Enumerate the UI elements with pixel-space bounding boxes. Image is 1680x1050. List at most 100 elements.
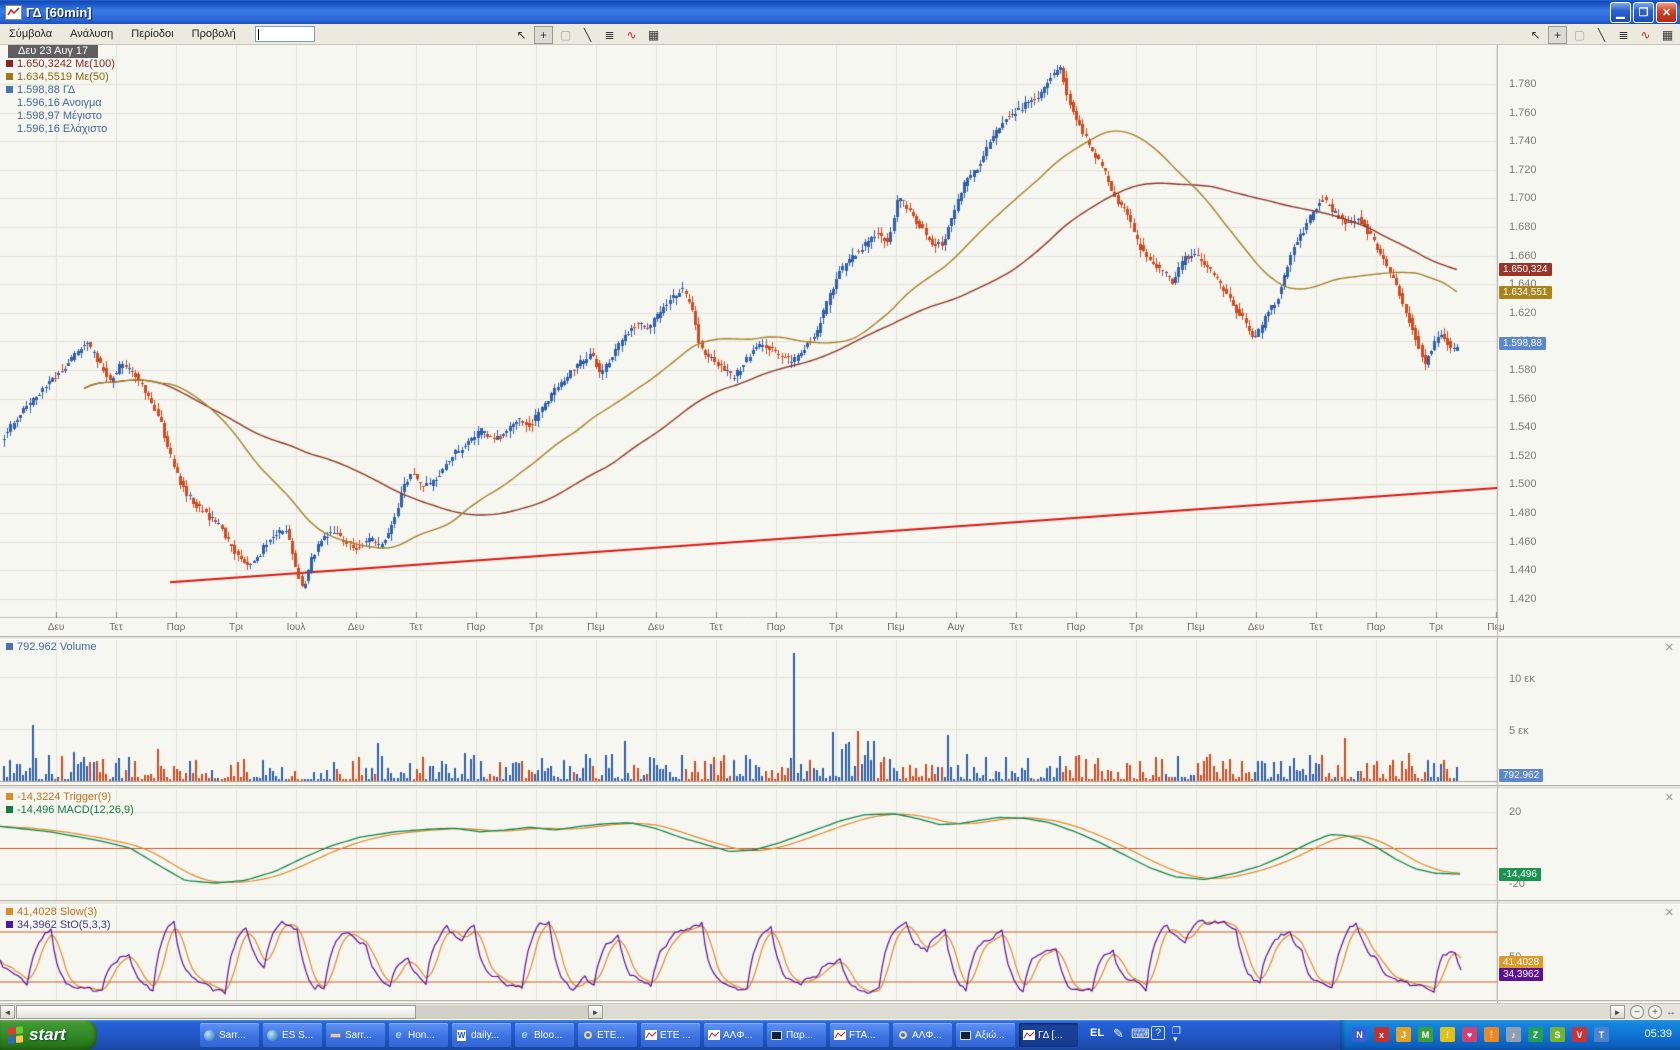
x-tick-label: Ιουλ — [274, 622, 318, 633]
menu-1[interactable]: Ανάλυση — [61, 25, 122, 43]
scroll-left-button[interactable]: ◄ — [0, 1005, 15, 1019]
close-stoch-pane-button[interactable]: ✕ — [1665, 908, 1674, 918]
alert-icon[interactable]: ! — [1484, 1027, 1499, 1042]
trendline-tool-icon[interactable]: ╲ — [1592, 26, 1611, 44]
taskbar-button-bloo[interactable]: eBloo... — [515, 1023, 574, 1047]
app-icon — [5, 5, 22, 20]
crosshair-tool-icon[interactable]: + — [534, 26, 553, 44]
grid-tool-icon[interactable]: ≣ — [1614, 26, 1633, 44]
tray-icons: NxJM! ♥! ♪ ZSVT — [1352, 1027, 1609, 1042]
scroll-right-button-2[interactable]: ► — [1610, 1005, 1625, 1019]
legend-row: 792.962 Volume — [6, 641, 97, 654]
shield-icon[interactable]: ! — [1440, 1027, 1455, 1042]
scrollbar-thumb[interactable] — [16, 1005, 416, 1019]
chevron-down-icon[interactable]: ▾ — [1173, 1034, 1178, 1045]
macd-canvas[interactable] — [0, 790, 1497, 900]
zoom-in-button[interactable]: + — [1648, 1005, 1662, 1019]
taskbar-button-label: FTA... — [849, 1030, 875, 1041]
price-legend-row: 1.598,88 ΓΔ — [6, 84, 75, 97]
taskbar-button-παρ[interactable]: Παρ... — [767, 1023, 826, 1047]
taskbar-button-daily[interactable]: Wdaily... — [452, 1023, 511, 1047]
macd-pane: -14,3224 Trigger(9)-14,496 MACD(12,26,9)… — [0, 790, 1680, 900]
symbol-input-box[interactable] — [255, 26, 315, 42]
taskbar-button-hon[interactable]: eHon... — [389, 1023, 448, 1047]
x-tick-label: Δευ — [334, 622, 378, 633]
antivirus-icon[interactable]: V — [1572, 1027, 1587, 1042]
java-icon[interactable]: J — [1396, 1027, 1411, 1042]
price-legend-row: 1.598,97 Μέγιστο — [6, 110, 102, 123]
scrollbar-track[interactable] — [416, 1005, 588, 1019]
taskbar-button-sarr[interactable]: Sarr... — [200, 1023, 259, 1047]
toolbar-secondary: ↖+▢╲≣∿▦ — [1526, 24, 1677, 45]
taskbar-button-αλφ[interactable]: ΑΛΦ... — [704, 1023, 763, 1047]
task-buttons: Sarr...ES S...Sarr...eHon...Wdaily...eBl… — [200, 1023, 1078, 1047]
value-tag: 1.650,324 — [1499, 263, 1552, 276]
taskbar-button-ete[interactable]: ETE... — [578, 1023, 637, 1047]
zoom-out-button[interactable]: − — [1630, 1005, 1644, 1019]
restore-button[interactable]: ❐ — [1633, 2, 1654, 23]
disconnect-icon[interactable]: x — [1374, 1027, 1389, 1042]
fit-width-button[interactable]: ↔ — [1666, 1005, 1676, 1019]
price-tick-label: 1.720 — [1509, 163, 1537, 177]
globe-icon — [266, 1029, 279, 1041]
keyboard-icon[interactable]: ⌨ — [1131, 1026, 1150, 1042]
pen-icon[interactable]: ✎ — [1113, 1026, 1124, 1042]
system-tray: NxJM!♥!♪ZSVT 05:39 — [1340, 1020, 1680, 1050]
save-tool-icon[interactable]: ▦ — [1658, 26, 1677, 44]
taskbar-button-ete[interactable]: ETE ... — [641, 1023, 700, 1047]
start-button[interactable]: start — [0, 1020, 97, 1050]
price-tick-label: 1.440 — [1509, 563, 1537, 577]
price-tick-label: 1.540 — [1509, 420, 1537, 434]
taskbar-button-γδ[interactable]: ΓΔ [... — [1019, 1023, 1078, 1047]
trendline-tool-icon[interactable]: ╲ — [578, 26, 597, 44]
zonealarm-icon[interactable]: Z — [1528, 1027, 1543, 1042]
grid-tool-icon[interactable]: ≣ — [600, 26, 619, 44]
minimize-button[interactable]: ▁ — [1610, 2, 1631, 23]
volume-icon[interactable]: ♪ — [1506, 1027, 1521, 1042]
taskbar-button-ess[interactable]: ES S... — [263, 1023, 322, 1047]
price-legend-row: 1.596,16 Ανοιγμα — [6, 97, 102, 110]
network-icon[interactable]: N — [1352, 1027, 1367, 1042]
price-chart-canvas[interactable] — [0, 45, 1497, 618]
taskbar-button-αξι[interactable]: Αξιώ... — [956, 1023, 1015, 1047]
crosshair-tool-icon[interactable]: + — [1548, 26, 1567, 44]
x-tick-label: Πεμ — [874, 622, 918, 633]
close-volume-pane-button[interactable]: ✕ — [1665, 643, 1674, 653]
save-tool-icon[interactable]: ▦ — [644, 26, 663, 44]
messenger-icon[interactable]: M — [1418, 1027, 1433, 1042]
volume-canvas[interactable] — [0, 640, 1497, 785]
menu-2[interactable]: Περίοδοι — [122, 25, 182, 43]
pointer-tool-icon[interactable]: ↖ — [1526, 26, 1545, 44]
help-icon[interactable]: ? — [1151, 1026, 1165, 1040]
mag-icon — [896, 1029, 909, 1041]
chart-type-tool-icon[interactable]: ∿ — [622, 26, 641, 44]
close-button[interactable]: ✕ — [1656, 2, 1677, 23]
x-tick-label: Παρ — [454, 622, 498, 633]
box-zoom-tool-icon[interactable]: ▢ — [1570, 26, 1589, 44]
symbol-input[interactable] — [256, 27, 314, 41]
chart-icon — [644, 1029, 657, 1041]
scrollbar-track-2[interactable] — [604, 1005, 1610, 1019]
taskbar-button-αλφ[interactable]: ΑΛΦ... — [893, 1023, 952, 1047]
scheduler-icon[interactable]: T — [1594, 1027, 1609, 1042]
x-tick-label: Τετ — [94, 622, 138, 633]
menu-0[interactable]: Σύμβολα — [0, 25, 61, 43]
chart-type-tool-icon[interactable]: ∿ — [1636, 26, 1655, 44]
menu-3[interactable]: Προβολή — [183, 25, 245, 43]
close-macd-pane-button[interactable]: ✕ — [1665, 793, 1674, 803]
scroll-right-button[interactable]: ► — [588, 1005, 603, 1019]
pointer-tool-icon[interactable]: ↖ — [512, 26, 531, 44]
language-indicator[interactable]: EL — [1090, 1027, 1104, 1039]
box-zoom-tool-icon[interactable]: ▢ — [556, 26, 575, 44]
ie-icon: e — [392, 1029, 405, 1041]
taskbar: start Sarr...ES S...Sarr...eHon...Wdaily… — [0, 1020, 1680, 1050]
doc-icon: W — [455, 1029, 468, 1041]
heart-icon[interactable]: ♥ — [1462, 1027, 1477, 1042]
taskbar-button-sarr[interactable]: Sarr... — [326, 1023, 385, 1047]
spybot-icon[interactable]: S — [1550, 1027, 1565, 1042]
taskbar-button-fta[interactable]: FTA... — [830, 1023, 889, 1047]
taskbar-button-label: ETE... — [597, 1030, 625, 1041]
price-tick-label: 1.680 — [1509, 220, 1537, 234]
volume-pane: 792.962 Volume ✕ — [0, 640, 1680, 785]
stochastic-canvas[interactable] — [0, 905, 1497, 1000]
